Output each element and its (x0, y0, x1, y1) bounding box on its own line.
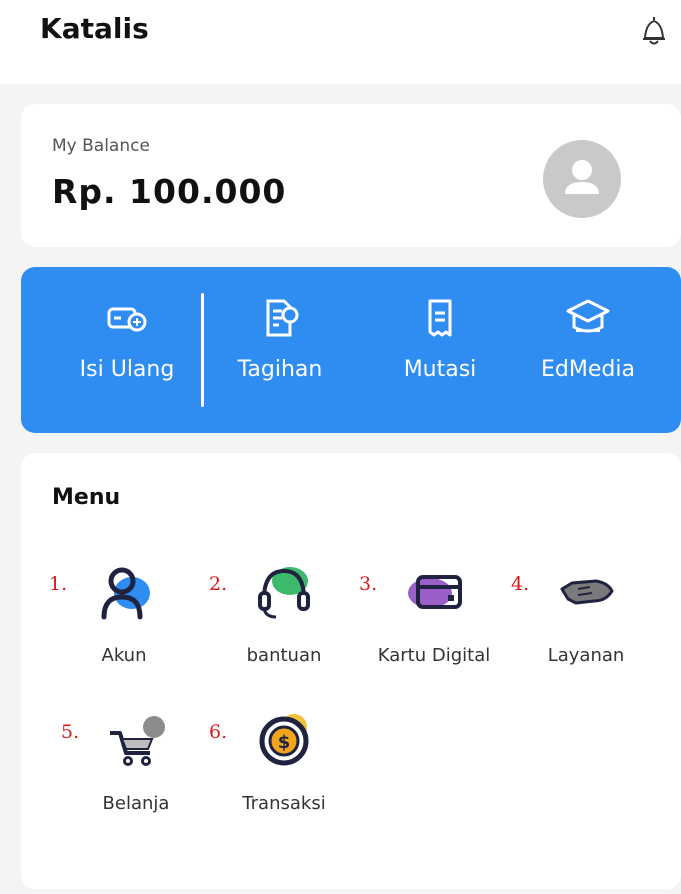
menu-item-label: Layanan (547, 645, 625, 666)
menu-item-label: bantuan (246, 645, 322, 666)
user-avatar-icon (565, 160, 599, 194)
action-mutasi[interactable]: Mutasi (375, 297, 505, 407)
menu-title: Menu (52, 485, 121, 510)
item-number: 1. (49, 573, 68, 595)
menu-item-label: Akun (101, 645, 147, 666)
menu-item-label: Kartu Digital (377, 645, 491, 666)
app-header: Katalis (0, 0, 681, 84)
menu-item-label: Belanja (102, 793, 170, 814)
coin-icon: $ (259, 714, 309, 766)
avatar[interactable] (543, 140, 621, 218)
cart-icon (110, 716, 165, 766)
balance-label: My Balance (52, 136, 150, 156)
item-number: 6. (209, 721, 228, 743)
menu-item-bantuan[interactable]: 2. bantuan (209, 565, 359, 666)
balance-card: My Balance Rp. 100.000 (21, 104, 681, 247)
action-label: Mutasi (403, 357, 477, 382)
action-isi-ulang[interactable]: Isi Ulang (62, 297, 192, 407)
menu-card: Menu 1. Akun 2. bantuan 3. Kartu Digital (21, 453, 681, 889)
balance-amount: Rp. 100.000 (52, 172, 287, 211)
action-label: EdMedia (541, 357, 635, 382)
action-label: Isi Ulang (79, 357, 175, 382)
menu-item-kartu-digital[interactable]: 3. Kartu Digital (359, 565, 509, 666)
svg-text:$: $ (278, 732, 291, 753)
item-number: 5. (61, 721, 80, 743)
action-edmedia[interactable]: EdMedia (523, 297, 653, 407)
user-icon (101, 567, 150, 620)
receipt-icon (428, 299, 452, 337)
card-icon (408, 575, 462, 609)
menu-item-akun[interactable]: 1. Akun (49, 565, 199, 666)
item-number: 2. (209, 573, 228, 595)
wallet-add-icon (107, 307, 147, 332)
menu-item-label: Transaksi (242, 793, 326, 814)
menu-item-transaksi[interactable]: 6. $ Transaksi (209, 713, 359, 814)
action-label: Tagihan (237, 357, 323, 382)
hand-icon (560, 579, 614, 605)
divider (201, 293, 204, 407)
item-number: 3. (359, 573, 378, 595)
graduation-cap-icon (566, 299, 610, 333)
action-tagihan[interactable]: Tagihan (215, 297, 345, 407)
item-number: 4. (511, 573, 530, 595)
quick-actions: Isi Ulang Tagihan Mutasi EdMedia (21, 267, 681, 433)
headset-icon (258, 567, 310, 619)
app-title: Katalis (40, 12, 149, 45)
menu-item-layanan[interactable]: 4. Layanan (511, 565, 661, 666)
menu-item-belanja[interactable]: 5. Belanja (61, 713, 211, 814)
bell-icon[interactable] (640, 14, 668, 48)
bill-icon (266, 299, 299, 337)
